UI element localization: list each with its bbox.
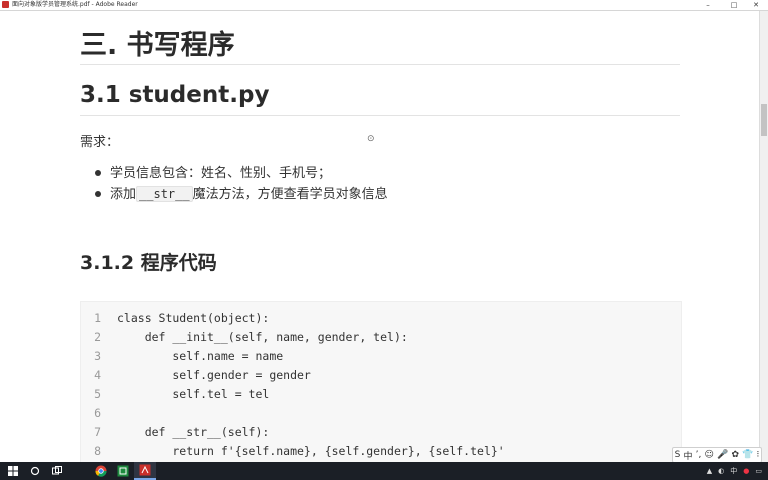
heading-divider [80, 115, 680, 116]
chrome-icon[interactable] [90, 462, 112, 480]
tray-network-icon[interactable]: ▲ [707, 467, 712, 475]
code-line: 2 def __init__(self, name, gender, tel): [81, 328, 681, 347]
code-text: return f'{self.name}, {self.gender}, {se… [117, 444, 505, 458]
code-line: 1 class Student(object): [81, 309, 681, 328]
code-line: 5 self.tel = tel [81, 385, 681, 404]
list-item: 学员信息包含：姓名、性别、手机号； [95, 162, 331, 181]
windows-start-icon[interactable] [2, 462, 24, 480]
pdf-page: 三. 书写程序 3.1 student.py 需求： 学员信息包含：姓名、性别、… [0, 11, 759, 462]
window-title: 面向对象版学员管理系统.pdf - Adobe Reader [12, 1, 138, 8]
heading-program-code: 3.1.2 程序代码 [80, 252, 217, 274]
code-text: self.gender = gender [117, 368, 311, 382]
code-line: 8 return f'{self.name}, {self.gender}, {… [81, 442, 681, 461]
code-text: def __str__(self): [117, 425, 270, 439]
scrollbar-thumb[interactable] [761, 104, 767, 136]
tray-volume-icon[interactable]: ◐ [718, 467, 724, 475]
heading-student-py: 3.1 student.py [80, 82, 270, 108]
window-titlebar: 面向对象版学员管理系统.pdf - Adobe Reader – □ ✕ [0, 0, 768, 11]
code-line: 6 [81, 404, 681, 423]
bullet-prefix: 添加 [110, 187, 137, 202]
ime-emoji-icon[interactable]: ☺ [705, 450, 714, 460]
vertical-scrollbar[interactable] [759, 11, 768, 462]
ime-logo-icon[interactable]: S [675, 450, 681, 460]
ime-chinese-mode[interactable]: 中 [683, 449, 692, 462]
heading-section-3: 三. 书写程序 [80, 30, 235, 61]
line-number: 4 [94, 368, 101, 382]
list-item: 添加 __str__ 魔法方法，方便查看学员对象信息 [95, 183, 388, 202]
heading-divider [80, 64, 680, 65]
taskbar [0, 462, 768, 480]
tray-notification-icon[interactable]: ▭ [755, 467, 762, 475]
line-number: 7 [94, 425, 101, 439]
ime-toolbar[interactable]: S 中 ʼ, ☺ 🎤 ✿ 👕 ⁝ [672, 447, 762, 463]
bullet-text: 学员信息包含：姓名、性别、手机号； [110, 166, 332, 181]
bullet-suffix: 魔法方法，方便查看学员对象信息 [192, 187, 388, 202]
mouse-cursor-icon: ⊙ [367, 134, 375, 144]
ime-toolbox-icon[interactable]: 👕 [742, 450, 753, 460]
code-text: def __init__(self, name, gender, tel): [117, 330, 408, 344]
minimize-button[interactable]: – [696, 0, 720, 10]
adobe-reader-taskbar-icon[interactable] [134, 462, 156, 480]
line-number: 8 [94, 444, 101, 458]
tray-app-icon[interactable]: ● [743, 467, 749, 475]
system-tray: ▲ ◐ 中 ● ▭ [707, 462, 762, 480]
line-number: 3 [94, 349, 101, 363]
code-block: 1 class Student(object): 2 def __init__(s… [80, 301, 682, 462]
bullet-dot [95, 169, 101, 176]
app-green-icon[interactable] [112, 462, 134, 480]
task-view-icon[interactable] [46, 462, 68, 480]
line-number: 2 [94, 330, 101, 344]
ime-skin-icon[interactable]: ✿ [731, 450, 739, 460]
code-line: 7 def __str__(self): [81, 423, 681, 442]
search-icon[interactable] [24, 462, 46, 480]
bullet-dot [95, 190, 101, 197]
code-line: 3 self.name = name [81, 347, 681, 366]
maximize-button[interactable]: □ [722, 0, 746, 10]
requirement-label: 需求： [80, 135, 120, 150]
code-text: class Student(object): [117, 311, 270, 325]
code-line: 4 self.gender = gender [81, 366, 681, 385]
code-text: self.tel = tel [117, 387, 270, 401]
ime-punctuation-icon[interactable]: ʼ, [696, 450, 702, 460]
adobe-reader-icon [2, 1, 9, 8]
ime-voice-icon[interactable]: 🎤 [717, 450, 728, 460]
code-text: self.name = name [117, 349, 284, 363]
line-number: 5 [94, 387, 101, 401]
tray-ime-icon[interactable]: 中 [730, 466, 737, 476]
inline-code: __str__ [136, 186, 193, 202]
ime-menu-icon[interactable]: ⁝ [757, 450, 760, 460]
close-button[interactable]: ✕ [744, 0, 768, 10]
line-number: 1 [94, 311, 101, 325]
line-number: 6 [94, 406, 101, 420]
